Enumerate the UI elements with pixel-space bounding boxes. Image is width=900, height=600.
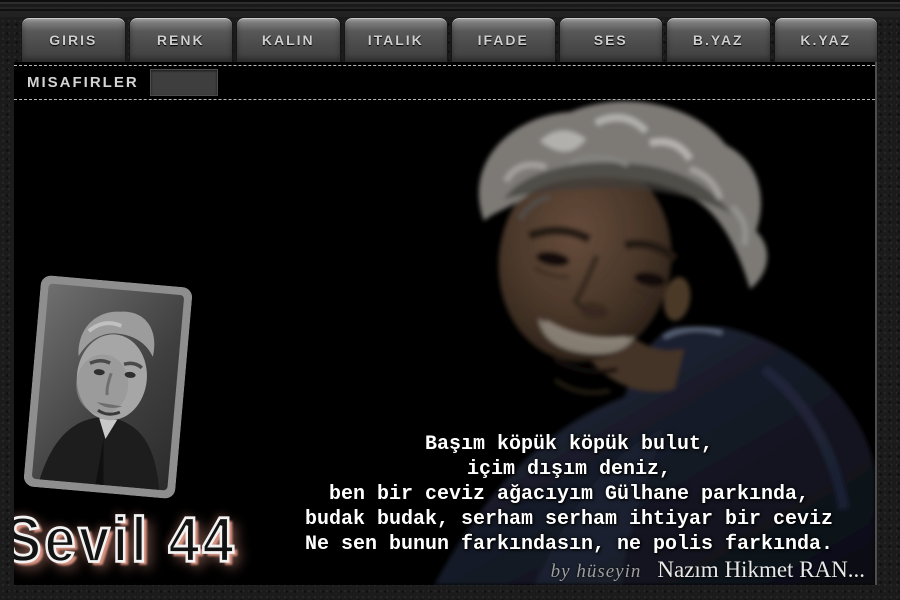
- poem-line: ben bir ceviz ağacıyım Gülhane parkında,: [260, 482, 875, 507]
- poem-text: Başım köpük köpük bulut, içim dışım deni…: [260, 432, 875, 557]
- signature-row: by hüseyin Nazım Hikmet RAN...: [264, 557, 865, 583]
- button-renk[interactable]: RENK: [129, 17, 234, 62]
- guest-count-box: [150, 69, 218, 96]
- guests-bar: MISAFIRLER: [14, 65, 875, 100]
- content-area: Başım köpük köpük bulut, içim dışım deni…: [14, 99, 875, 585]
- button-kalin[interactable]: KALIN: [236, 17, 341, 62]
- poem-line: Başım köpük köpük bulut,: [260, 432, 875, 457]
- poem-line: Ne sen bunun farkındasın, ne polis farkı…: [260, 532, 875, 557]
- thumbnail-photo: [23, 275, 193, 499]
- site-logo: Sevil 44: [14, 503, 237, 576]
- button-ses[interactable]: SES: [559, 17, 664, 62]
- main-panel: MISAFIRLER: [14, 62, 877, 585]
- button-ifade[interactable]: IFADE: [451, 17, 556, 62]
- button-italik[interactable]: ITALIK: [344, 17, 449, 62]
- button-giris[interactable]: GIRIS: [21, 17, 126, 62]
- toolbar: GIRIS RENK KALIN ITALIK IFADE SES B.YAZ …: [21, 17, 878, 62]
- chat-room-window: GIRIS RENK KALIN ITALIK IFADE SES B.YAZ …: [0, 0, 900, 600]
- frame-top-band: [0, 0, 900, 17]
- watermark-signature: by hüseyin: [551, 561, 642, 582]
- poet-name: Nazım Hikmet RAN...: [657, 557, 865, 582]
- poem-line: budak budak, serham serham ihtiyar bir c…: [260, 507, 875, 532]
- poem-line: içim dışım deniz,: [260, 457, 875, 482]
- button-byaz[interactable]: B.YAZ: [666, 17, 771, 62]
- guests-label: MISAFIRLER: [27, 74, 139, 91]
- button-kyaz[interactable]: K.YAZ: [774, 17, 879, 62]
